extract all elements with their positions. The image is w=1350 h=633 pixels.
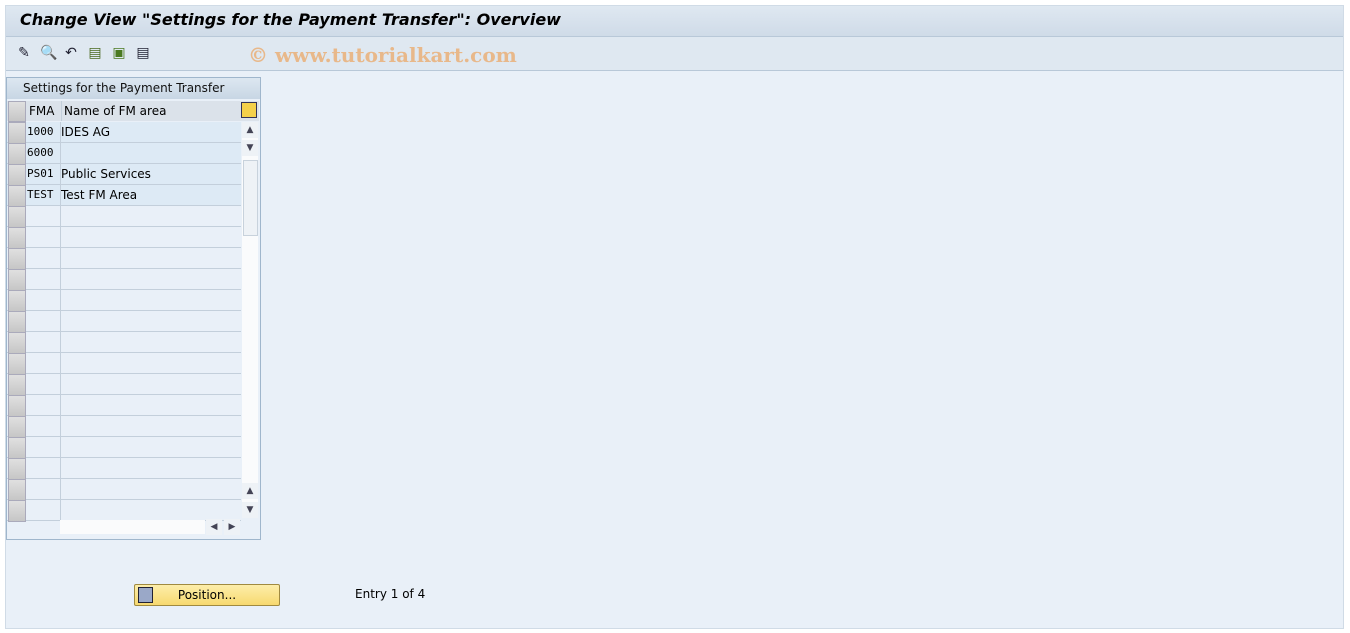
watermark: © www.tutorialkart.com: [248, 43, 517, 67]
row-selector[interactable]: [8, 185, 26, 207]
scroll-thumb[interactable]: [243, 160, 258, 236]
cell-fma[interactable]: [26, 332, 61, 352]
cell-fma[interactable]: PS01: [26, 164, 61, 184]
select-all-rows-button[interactable]: [8, 101, 26, 122]
cell-fma[interactable]: [26, 479, 61, 499]
display-change-icon[interactable]: ✎: [16, 45, 32, 61]
cell-name[interactable]: Test FM Area: [61, 185, 137, 205]
cell-fma[interactable]: [26, 227, 61, 247]
cell-fma[interactable]: [26, 500, 61, 520]
table-row[interactable]: PS01 Public Services: [7, 164, 241, 186]
cell-fma[interactable]: [26, 206, 61, 226]
toolbar: ✎ 🔍 ↶ ▤ ▣ ▤ © www.tutorialkart.com: [6, 37, 1343, 71]
cell-fma[interactable]: [26, 395, 61, 415]
scroll-up-bottom-icon[interactable]: ▲: [242, 483, 258, 499]
row-selector[interactable]: [8, 500, 26, 522]
row-selector[interactable]: [8, 269, 26, 291]
table-row[interactable]: [7, 206, 241, 228]
row-selector[interactable]: [8, 311, 26, 333]
position-icon: [138, 587, 153, 603]
horizontal-scrollbar[interactable]: [60, 520, 205, 534]
table-row[interactable]: [7, 290, 241, 312]
cell-fma[interactable]: 6000: [26, 143, 61, 163]
table-row[interactable]: [7, 353, 241, 375]
find-icon[interactable]: 🔍: [40, 45, 57, 61]
select-block-icon[interactable]: ▣: [111, 45, 127, 61]
main-window: Change View "Settings for the Payment Tr…: [5, 5, 1344, 629]
row-selector[interactable]: [8, 395, 26, 417]
column-header-row: FMA Name of FM area: [7, 101, 259, 122]
table-row[interactable]: 6000: [7, 143, 241, 165]
position-button[interactable]: Position...: [134, 584, 280, 606]
scroll-down-bottom-icon[interactable]: ▼: [242, 502, 258, 518]
table-row[interactable]: [7, 416, 241, 438]
scroll-down-icon[interactable]: ▼: [242, 140, 258, 156]
scroll-left-icon[interactable]: ◀: [206, 519, 222, 535]
row-selector[interactable]: [8, 332, 26, 354]
column-header-name[interactable]: Name of FM area: [61, 101, 166, 121]
cell-fma[interactable]: [26, 269, 61, 289]
column-header-fma[interactable]: FMA: [29, 101, 54, 121]
cell-fma[interactable]: [26, 290, 61, 310]
vertical-scrollbar[interactable]: ▲ ▼ ▲ ▼: [242, 122, 258, 518]
cell-name[interactable]: IDES AG: [61, 122, 110, 142]
row-selector[interactable]: [8, 248, 26, 270]
table-row[interactable]: [7, 374, 241, 396]
table-row[interactable]: [7, 500, 241, 522]
cell-fma[interactable]: 1000: [26, 122, 61, 142]
cell-fma[interactable]: [26, 248, 61, 268]
scroll-up-icon[interactable]: ▲: [242, 122, 258, 138]
cell-fma[interactable]: TEST: [26, 185, 61, 205]
row-selector[interactable]: [8, 479, 26, 501]
row-selector[interactable]: [8, 416, 26, 438]
row-selector[interactable]: [8, 353, 26, 375]
select-all-icon[interactable]: ▤: [87, 45, 103, 61]
table-row[interactable]: TEST Test FM Area: [7, 185, 241, 207]
deselect-all-icon[interactable]: ▤: [135, 45, 151, 61]
cell-fma[interactable]: [26, 437, 61, 457]
row-selector[interactable]: [8, 122, 26, 144]
table-row[interactable]: [7, 332, 241, 354]
table-row[interactable]: [7, 437, 241, 459]
page-title: Change View "Settings for the Payment Tr…: [20, 10, 561, 29]
table-row[interactable]: [7, 227, 241, 249]
cell-fma[interactable]: [26, 458, 61, 478]
row-selector[interactable]: [8, 290, 26, 312]
table-row[interactable]: [7, 458, 241, 480]
row-selector[interactable]: [8, 374, 26, 396]
cell-name[interactable]: Public Services: [61, 164, 151, 184]
table-title: Settings for the Payment Transfer: [7, 78, 260, 99]
cell-fma[interactable]: [26, 353, 61, 373]
entry-counter: Entry 1 of 4: [355, 587, 426, 601]
scroll-right-icon[interactable]: ▶: [224, 519, 240, 535]
row-selector[interactable]: [8, 458, 26, 480]
table-row[interactable]: [7, 395, 241, 417]
row-selector[interactable]: [8, 143, 26, 165]
row-selector[interactable]: [8, 164, 26, 186]
row-selector[interactable]: [8, 206, 26, 228]
table-row[interactable]: [7, 248, 241, 270]
position-label: Position...: [177, 588, 237, 602]
column-config-icon[interactable]: [241, 102, 257, 118]
cell-fma[interactable]: [26, 416, 61, 436]
undo-icon[interactable]: ↶: [63, 45, 79, 61]
row-selector[interactable]: [8, 227, 26, 249]
row-selector[interactable]: [8, 437, 26, 459]
settings-table: Settings for the Payment Transfer FMA Na…: [6, 77, 261, 540]
cell-fma[interactable]: [26, 374, 61, 394]
title-bar: Change View "Settings for the Payment Tr…: [6, 6, 1343, 37]
cell-fma[interactable]: [26, 311, 61, 331]
table-row[interactable]: 1000 IDES AG: [7, 122, 241, 144]
table-row[interactable]: [7, 269, 241, 291]
table-row[interactable]: [7, 311, 241, 333]
table-row[interactable]: [7, 479, 241, 501]
